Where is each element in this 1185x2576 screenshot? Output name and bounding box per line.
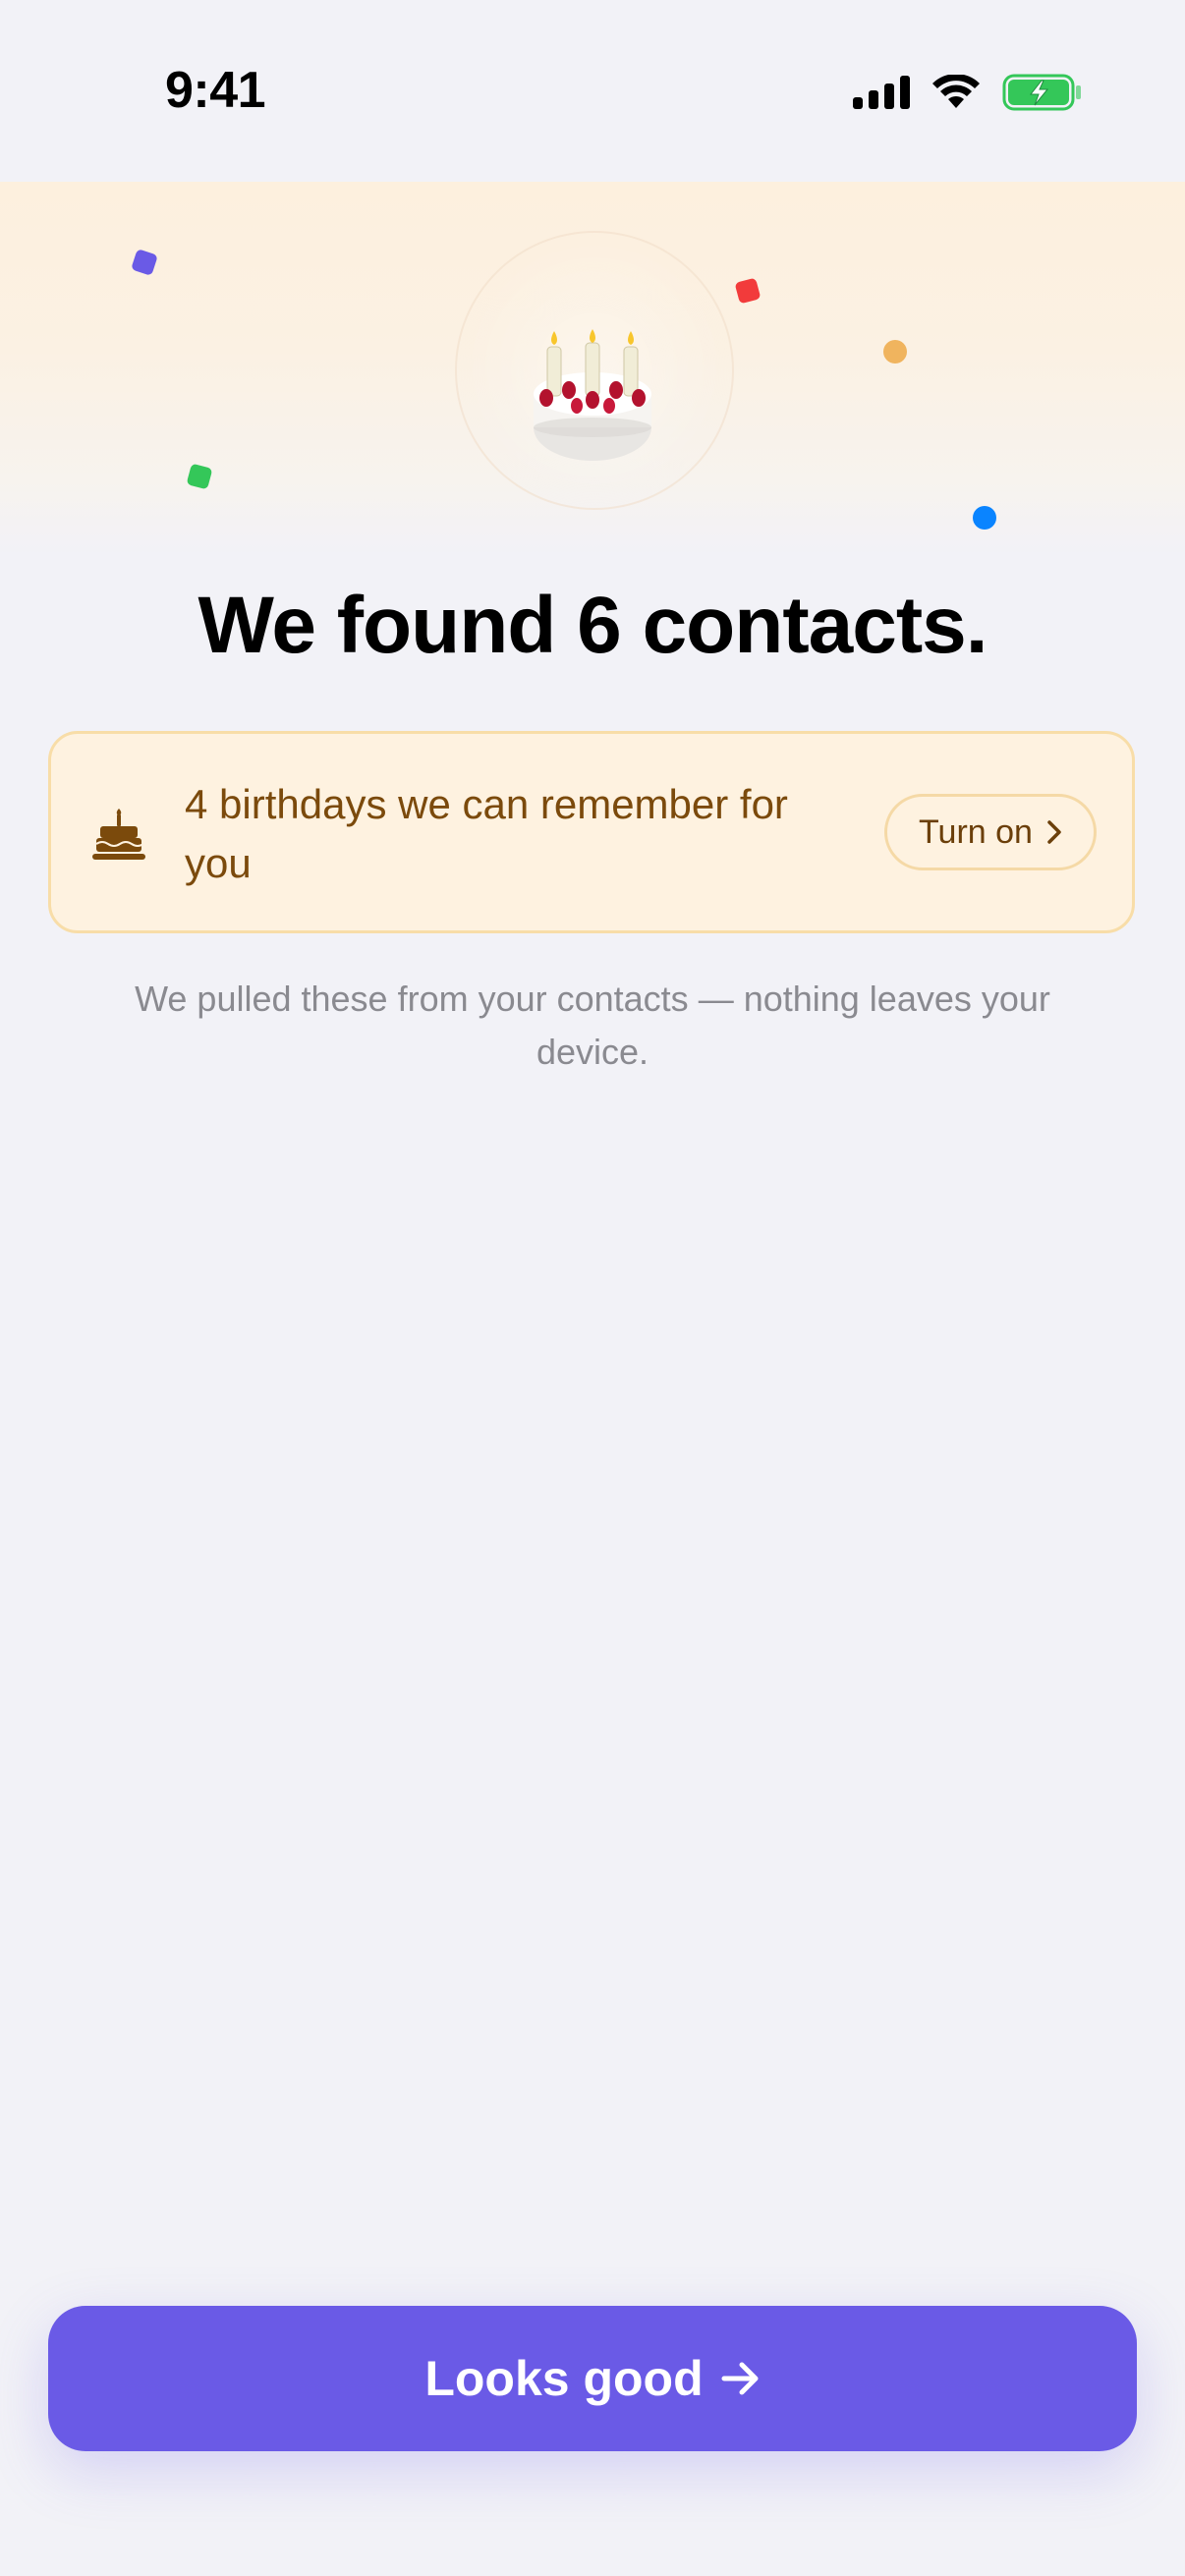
confetti-piece <box>186 463 213 490</box>
birthday-cake-icon <box>92 809 145 860</box>
privacy-note: We pulled these from your contacts — not… <box>135 979 1050 1072</box>
wifi-icon <box>932 75 980 108</box>
turn-on-label: Turn on <box>919 812 1033 851</box>
turn-on-button[interactable]: Turn on <box>884 794 1097 870</box>
confetti-piece <box>883 340 907 364</box>
looks-good-label: Looks good <box>424 2351 704 2406</box>
looks-good-button[interactable]: Looks good <box>48 2306 1137 2451</box>
status-time: 9:41 <box>165 62 266 119</box>
page-title: We found 6 contacts. <box>198 581 988 670</box>
confetti-piece <box>131 249 158 276</box>
cellular-signal-icon <box>853 76 910 109</box>
status-icons <box>853 73 1083 112</box>
birthday-cake-icon <box>534 329 651 461</box>
status-bar: 9:41 <box>0 0 1185 182</box>
confetti-piece <box>973 506 996 530</box>
arrow-right-icon <box>721 2362 759 2395</box>
hero-header <box>0 182 1185 555</box>
battery-charging-icon <box>1002 74 1081 111</box>
banner-text: 4 birthdays we can remember for you <box>185 781 788 886</box>
confetti-piece <box>734 277 762 305</box>
birthday-banner: 4 birthdays we can remember for you Turn… <box>48 731 1135 933</box>
chevron-right-icon <box>1047 820 1061 844</box>
